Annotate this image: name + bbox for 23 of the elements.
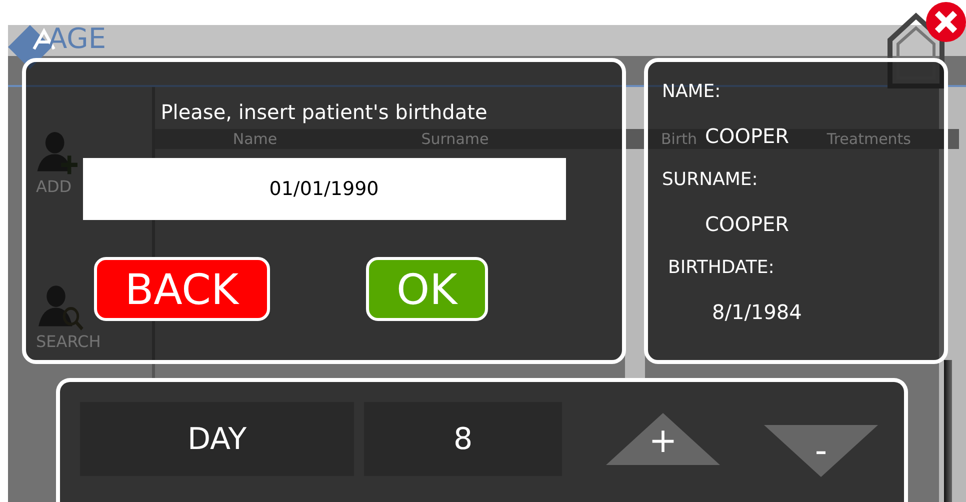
- field-value: COOPER: [705, 211, 790, 238]
- field-value: 8/1/1984: [712, 299, 802, 326]
- logo-text: AGE: [48, 25, 106, 53]
- ok-button[interactable]: OK: [366, 257, 488, 321]
- field-label: SURNAME:: [662, 168, 758, 192]
- decrement-button[interactable]: -: [764, 425, 878, 477]
- field-label: BIRTHDATE:: [668, 256, 774, 280]
- column-header: Name: [232, 130, 278, 148]
- column-header: Birth: [660, 130, 697, 148]
- field-name: DAY: [80, 402, 354, 476]
- field-label: NAME:: [662, 80, 721, 104]
- date-field[interactable]: 01/01/1990: [82, 158, 566, 220]
- field-value: 8: [364, 402, 562, 476]
- back-button[interactable]: BACK: [94, 257, 270, 321]
- sidebar-item[interactable]: ADD: [8, 127, 80, 196]
- field-value: COOPER: [705, 123, 790, 150]
- home-icon[interactable]: [886, 10, 946, 90]
- column-header: Treatments: [826, 130, 911, 148]
- scrollbar[interactable]: [944, 360, 952, 502]
- column-header: Surname: [421, 130, 489, 148]
- close-button[interactable]: [926, 2, 966, 42]
- increment-button[interactable]: +: [606, 413, 720, 465]
- prompt-text: Please, insert patient's birthdate: [160, 100, 488, 124]
